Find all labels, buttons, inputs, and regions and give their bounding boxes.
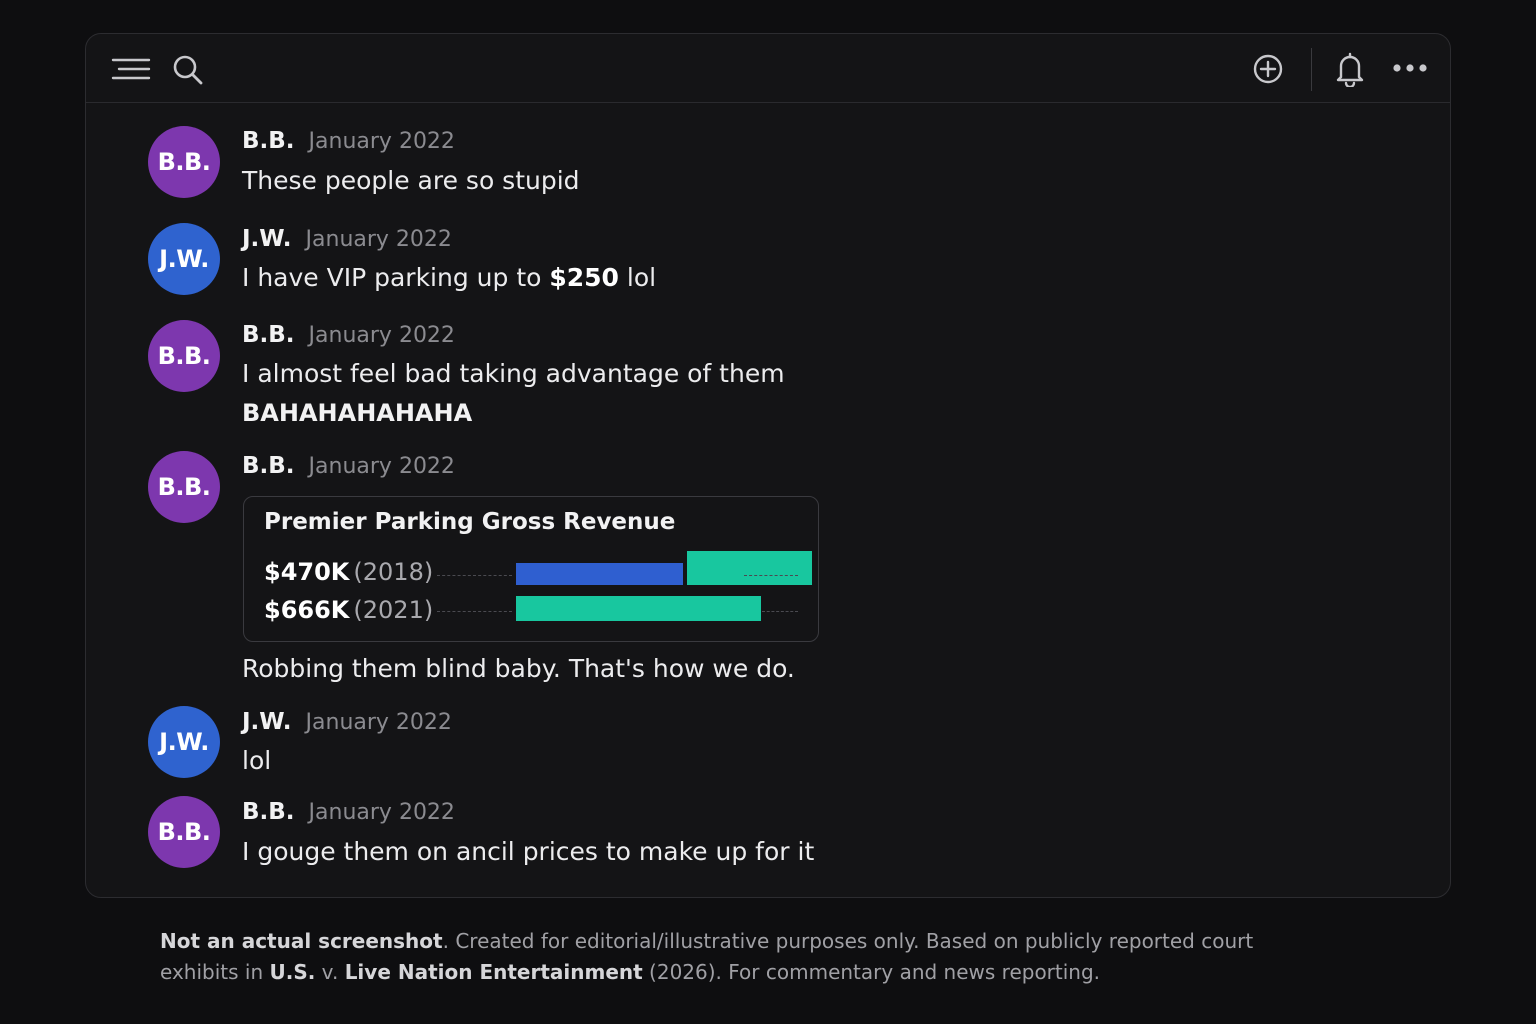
disclaimer-text: (2026). For commentary and news reportin…: [642, 960, 1101, 984]
avatar[interactable]: J.W.: [148, 706, 220, 778]
message-date: January 2022: [308, 454, 455, 479]
toolbar-divider: [1311, 48, 1312, 91]
message-header: B.B. January 2022: [242, 453, 455, 479]
message-text-part: lol: [618, 263, 657, 292]
message-date: January 2022: [308, 129, 455, 154]
disclaimer-bold: Not an actual screenshot: [160, 929, 443, 953]
bar-2018-increase: [686, 551, 812, 585]
disclaimer-bold: U.S.: [269, 960, 316, 984]
message-date: January 2022: [305, 227, 452, 252]
message-header: J.W. January 2022: [242, 226, 452, 252]
message-text: Robbing them blind baby. That's how we d…: [242, 654, 795, 683]
leader-line: [744, 575, 798, 576]
message-header: J.W. January 2022: [242, 709, 452, 735]
add-circle-icon[interactable]: [1252, 53, 1284, 85]
author-name[interactable]: B.B.: [242, 799, 295, 825]
revenue-year: (2018): [353, 558, 434, 586]
toolbar: [86, 34, 1450, 103]
author-name[interactable]: J.W.: [242, 226, 292, 252]
revenue-label: $470K (2018): [264, 555, 433, 589]
card-title: Premier Parking Gross Revenue: [264, 509, 676, 535]
author-name[interactable]: B.B.: [242, 128, 295, 154]
author-name[interactable]: B.B.: [242, 453, 295, 479]
message-text-shout: BAHAHAHAHAHA: [242, 399, 473, 427]
message-text-part: I have VIP parking up to: [242, 263, 550, 292]
disclaimer: Not an actual screenshot. Created for ed…: [160, 926, 1300, 988]
price-highlight: $250: [549, 263, 619, 292]
bar-2021: [516, 596, 761, 621]
revenue-card[interactable]: Premier Parking Gross Revenue $470K (2018…: [243, 496, 819, 642]
disclaimer-bold: Live Nation Entertainment: [344, 960, 643, 984]
disclaimer-text: v.: [315, 960, 345, 984]
avatar[interactable]: J.W.: [148, 223, 220, 295]
message-text: I gouge them on ancil prices to make up …: [242, 837, 815, 866]
message-text: These people are so stupid: [242, 166, 580, 195]
message-header: B.B. January 2022: [242, 322, 455, 348]
message-date: January 2022: [308, 800, 455, 825]
revenue-amount: $470K: [264, 558, 350, 586]
message-header: B.B. January 2022: [242, 128, 455, 154]
menu-icon[interactable]: [111, 56, 151, 82]
avatar[interactable]: B.B.: [148, 320, 220, 392]
message-text: I almost feel bad taking advantage of th…: [242, 359, 785, 388]
revenue-amount: $666K: [264, 596, 350, 624]
leader-line: [437, 611, 512, 612]
avatar[interactable]: B.B.: [148, 796, 220, 868]
message-text: lol: [242, 746, 272, 775]
author-name[interactable]: B.B.: [242, 322, 295, 348]
avatar[interactable]: B.B.: [148, 126, 220, 198]
leader-line: [437, 575, 512, 576]
search-icon[interactable]: [172, 54, 204, 86]
message-date: January 2022: [308, 323, 455, 348]
bell-icon[interactable]: [1335, 51, 1365, 87]
chat-window: B.B. B.B. January 2022 These people are s…: [85, 33, 1451, 898]
revenue-year: (2021): [353, 596, 434, 624]
revenue-label: $666K (2021): [264, 593, 433, 627]
message-header: B.B. January 2022: [242, 799, 455, 825]
message-text: I have VIP parking up to $250 lol: [242, 259, 656, 297]
leader-line: [762, 611, 798, 612]
message-date: January 2022: [305, 710, 452, 735]
more-icon[interactable]: [1392, 62, 1428, 74]
author-name[interactable]: J.W.: [242, 709, 292, 735]
avatar[interactable]: B.B.: [148, 451, 220, 523]
bar-2018-base: [516, 563, 683, 585]
